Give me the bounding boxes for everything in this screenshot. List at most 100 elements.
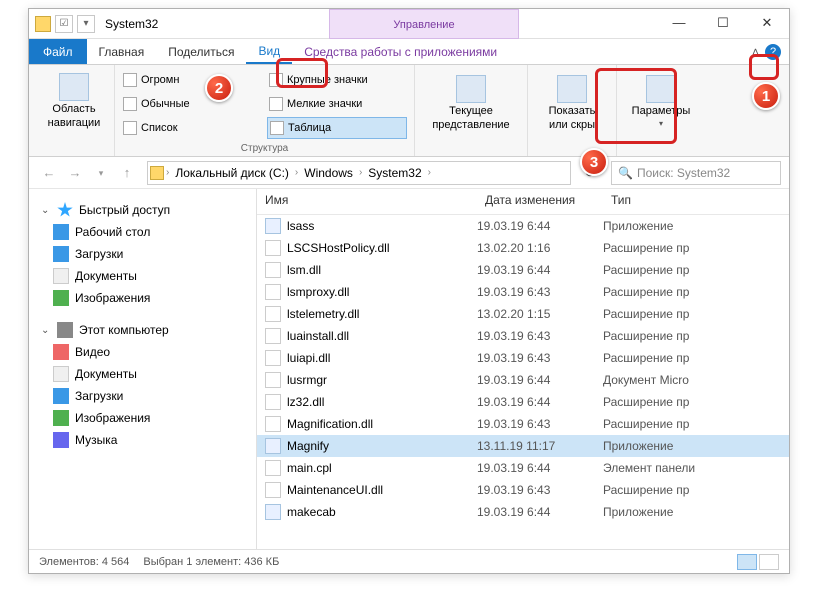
table-row[interactable]: lz32.dll19.03.19 6:44Расширение пр <box>257 391 789 413</box>
table-row[interactable]: luiapi.dll19.03.19 6:43Расширение пр <box>257 347 789 369</box>
nav-label: Документы <box>75 367 137 381</box>
options-button[interactable]: Параметры ▾ <box>623 69 699 128</box>
nav-desktop[interactable]: Рабочий стол <box>33 221 252 243</box>
file-icon <box>265 504 281 520</box>
table-row[interactable]: LSCSHostPolicy.dll13.02.20 1:16Расширени… <box>257 237 789 259</box>
file-type: Расширение пр <box>603 395 789 409</box>
file-name: luiapi.dll <box>287 351 330 365</box>
title-bar: ☑ ▾ System32 Управление — ☐ ✕ <box>29 9 789 39</box>
file-icon <box>265 284 281 300</box>
file-list[interactable]: lsass19.03.19 6:44ПриложениеLSCSHostPoli… <box>257 215 789 549</box>
table-row[interactable]: main.cpl19.03.19 6:44Элемент панели <box>257 457 789 479</box>
view-large-button[interactable] <box>759 554 779 570</box>
file-date: 19.03.19 6:44 <box>477 373 603 387</box>
navigation-pane-button[interactable]: Область навигации <box>35 69 113 129</box>
file-name: lusrmgr <box>287 373 327 387</box>
table-row[interactable]: lsmproxy.dll19.03.19 6:43Расширение пр <box>257 281 789 303</box>
minimize-button[interactable]: — <box>657 9 701 37</box>
table-row[interactable]: luainstall.dll19.03.19 6:43Расширение пр <box>257 325 789 347</box>
ribbon-tabs: Файл Главная Поделиться Вид Средства раб… <box>29 39 789 65</box>
show-hide-icon <box>557 75 587 103</box>
nav-documents2[interactable]: Документы <box>33 363 252 385</box>
layout-details[interactable]: Таблица <box>267 117 407 139</box>
file-date: 13.02.20 1:16 <box>477 241 603 255</box>
col-type[interactable]: Тип <box>603 189 789 214</box>
nav-pictures[interactable]: Изображения <box>33 287 252 309</box>
nav-label: Музыка <box>75 433 117 447</box>
up-button[interactable]: ↑ <box>115 161 139 185</box>
tab-home[interactable]: Главная <box>87 39 157 64</box>
nav-music[interactable]: Музыка <box>33 429 252 451</box>
layout-medium[interactable]: Обычные <box>121 93 261 115</box>
badge-3: 3 <box>580 148 608 176</box>
file-date: 13.11.19 11:17 <box>477 439 603 453</box>
layout-list[interactable]: Список <box>121 117 261 139</box>
current-view-button[interactable]: Текущее представление <box>421 69 521 131</box>
file-type: Расширение пр <box>603 263 789 277</box>
breadcrumb[interactable]: Локальный диск (C:) <box>171 166 293 180</box>
table-row[interactable]: Magnify13.11.19 11:17Приложение <box>257 435 789 457</box>
layout-xl-label: Огромн <box>141 74 179 86</box>
layout-list-label: Список <box>141 122 178 134</box>
show-hide-button[interactable]: Показать или скры <box>534 69 610 131</box>
table-row[interactable]: Magnification.dll19.03.19 6:43Расширение… <box>257 413 789 435</box>
back-button[interactable]: ← <box>37 161 61 185</box>
layout-large[interactable]: Крупные значки <box>267 69 407 91</box>
view-details-button[interactable] <box>737 554 757 570</box>
tab-view[interactable]: Вид <box>246 39 292 64</box>
breadcrumb[interactable]: System32 <box>364 166 425 180</box>
file-date: 19.03.19 6:44 <box>477 219 603 233</box>
table-row[interactable]: lusrmgr19.03.19 6:44Документ Micro <box>257 369 789 391</box>
tab-share[interactable]: Поделиться <box>156 39 246 64</box>
file-type: Расширение пр <box>603 329 789 343</box>
close-button[interactable]: ✕ <box>745 9 789 37</box>
nav-this-pc[interactable]: ⌄Этот компьютер <box>33 319 252 341</box>
forward-button[interactable]: → <box>63 161 87 185</box>
file-icon <box>265 372 281 388</box>
ribbon-body: Область навигации Огромн Крупные значки … <box>29 65 789 157</box>
file-type: Приложение <box>603 439 789 453</box>
nav-label: Изображения <box>75 411 150 425</box>
file-name: lstelemetry.dll <box>287 307 359 321</box>
qat-new-folder[interactable]: ▾ <box>77 15 95 33</box>
tab-app-tools[interactable]: Средства работы с приложениями <box>292 39 509 64</box>
nav-downloads2[interactable]: Загрузки <box>33 385 252 407</box>
nav-pictures2[interactable]: Изображения <box>33 407 252 429</box>
col-date[interactable]: Дата изменения <box>477 189 603 214</box>
nav-downloads[interactable]: Загрузки <box>33 243 252 265</box>
search-input[interactable]: 🔍 Поиск: System32 <box>611 161 781 185</box>
contextual-tab[interactable]: Управление <box>329 9 519 39</box>
col-name[interactable]: Имя <box>257 189 477 214</box>
layout-small[interactable]: Мелкие значки <box>267 93 407 115</box>
file-icon <box>265 328 281 344</box>
badge-2: 2 <box>205 74 233 102</box>
cv-l1: Текущее <box>449 105 493 117</box>
badge-1: 1 <box>752 82 780 110</box>
table-row[interactable]: lsass19.03.19 6:44Приложение <box>257 215 789 237</box>
nav-label: Документы <box>75 269 137 283</box>
navigation-pane[interactable]: ⌄Быстрый доступ Рабочий стол Загрузки До… <box>29 189 257 549</box>
file-type: Расширение пр <box>603 307 789 321</box>
breadcrumb[interactable]: Windows <box>300 166 357 180</box>
chevron-down-icon: ▾ <box>659 119 663 128</box>
table-row[interactable]: lsm.dll19.03.19 6:44Расширение пр <box>257 259 789 281</box>
file-name: lsmproxy.dll <box>287 285 349 299</box>
file-list-area: Имя Дата изменения Тип lsass19.03.19 6:4… <box>257 189 789 549</box>
tab-file[interactable]: Файл <box>29 39 87 64</box>
table-row[interactable]: makecab19.03.19 6:44Приложение <box>257 501 789 523</box>
table-row[interactable]: lstelemetry.dll13.02.20 1:15Расширение п… <box>257 303 789 325</box>
file-icon <box>265 482 281 498</box>
qat-properties[interactable]: ☑ <box>55 15 73 33</box>
layout-extra-large[interactable]: Огромн <box>121 69 261 91</box>
table-row[interactable]: MaintenanceUI.dll19.03.19 6:43Расширение… <box>257 479 789 501</box>
nav-label: Загрузки <box>75 389 123 403</box>
help-icon[interactable]: ? <box>765 44 781 60</box>
nav-documents[interactable]: Документы <box>33 265 252 287</box>
collapse-ribbon-icon[interactable]: ˄ <box>752 45 759 59</box>
nav-quick-access[interactable]: ⌄Быстрый доступ <box>33 199 252 221</box>
nav-label: Видео <box>75 345 110 359</box>
recent-locations[interactable]: ▾ <box>89 161 113 185</box>
address-bar[interactable]: › Локальный диск (C:) › Windows › System… <box>147 161 571 185</box>
maximize-button[interactable]: ☐ <box>701 9 745 37</box>
nav-video[interactable]: Видео <box>33 341 252 363</box>
